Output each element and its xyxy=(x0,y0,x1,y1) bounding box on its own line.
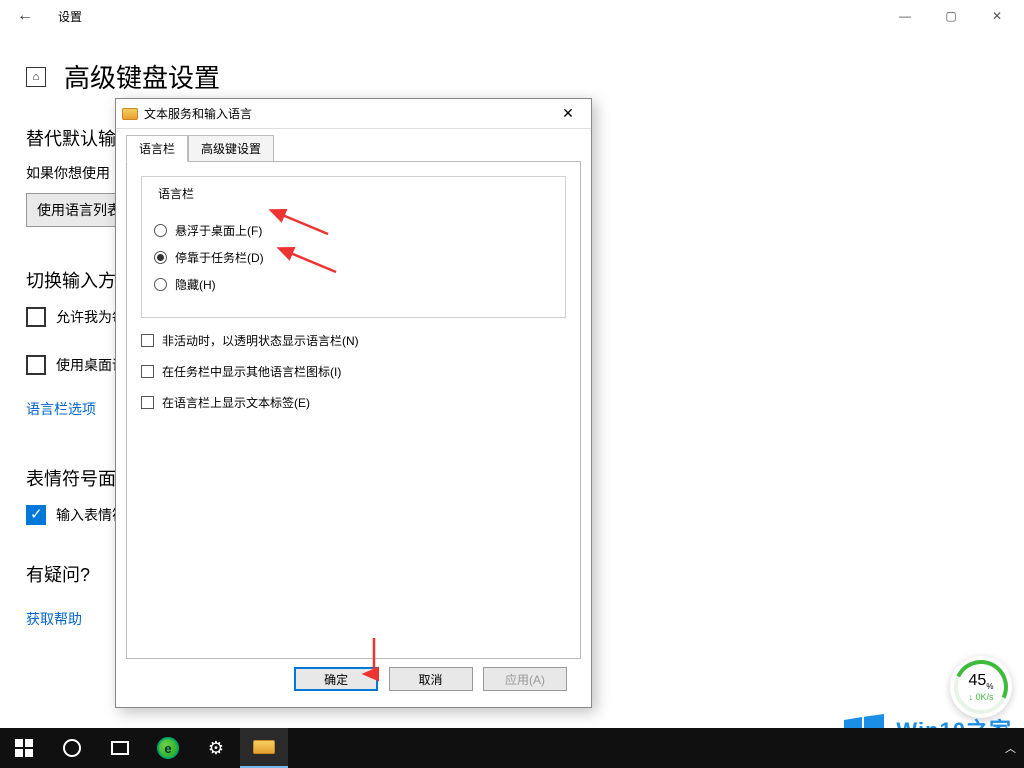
checkbox-taskbar-icons[interactable]: 在任务栏中显示其他语言栏图标(I) xyxy=(141,363,566,380)
radio-selected-icon xyxy=(154,251,167,264)
checkbox-transparent[interactable]: 非活动时，以透明状态显示语言栏(N) xyxy=(141,332,566,349)
taskbar-app-settings[interactable]: ⚙ xyxy=(192,728,240,768)
radio-icon xyxy=(154,224,167,237)
checkbox-taskbar-icons-label: 在任务栏中显示其他语言栏图标(I) xyxy=(162,363,341,380)
keyboard-icon xyxy=(122,108,138,120)
checkbox-checked-icon xyxy=(26,505,46,525)
dialog-close-button[interactable]: ✕ xyxy=(551,105,585,122)
start-button[interactable] xyxy=(0,728,48,768)
checkbox-text-labels-label: 在语言栏上显示文本标签(E) xyxy=(162,394,310,411)
radio-hide[interactable]: 隐藏(H) xyxy=(154,276,553,293)
taskbar: e ⚙ ︿ xyxy=(0,728,1024,768)
dialog-title: 文本服务和输入语言 xyxy=(144,105,252,122)
ok-button[interactable]: 确定 xyxy=(294,667,378,691)
radio-dock[interactable]: 停靠于任务栏(D) xyxy=(154,249,553,266)
taskbar-app-edge[interactable]: e xyxy=(144,728,192,768)
taskbar-app-keyboard[interactable] xyxy=(240,728,288,768)
get-help-link[interactable]: 获取帮助 xyxy=(26,609,82,629)
task-view-button[interactable] xyxy=(96,728,144,768)
radio-float[interactable]: 悬浮于桌面上(F) xyxy=(154,222,553,239)
home-icon[interactable]: ⌂ xyxy=(26,67,46,87)
checkbox-icon xyxy=(141,365,154,378)
tab-advanced-keys[interactable]: 高级键设置 xyxy=(188,135,274,162)
checkbox-icon xyxy=(141,396,154,409)
cortana-button[interactable] xyxy=(48,728,96,768)
checkbox-icon xyxy=(26,307,46,327)
maximize-button[interactable]: ▢ xyxy=(928,0,974,32)
checkbox-transparent-label: 非活动时，以透明状态显示语言栏(N) xyxy=(162,332,359,349)
apply-button[interactable]: 应用(A) xyxy=(483,667,567,691)
text-services-dialog: 文本服务和输入语言 ✕ 语言栏 高级键设置 语言栏 悬浮于桌面上(F) 停靠于任… xyxy=(115,98,592,708)
group-langbar-legend: 语言栏 xyxy=(154,185,198,202)
radio-dock-label: 停靠于任务栏(D) xyxy=(175,249,264,266)
checkbox-icon xyxy=(26,355,46,375)
window-title: 设置 xyxy=(58,8,82,25)
radio-float-label: 悬浮于桌面上(F) xyxy=(175,222,262,239)
tray-chevron[interactable]: ︿ xyxy=(997,728,1024,768)
tab-langbar[interactable]: 语言栏 xyxy=(126,135,188,162)
radio-hide-label: 隐藏(H) xyxy=(175,276,216,293)
langbar-options-link[interactable]: 语言栏选项 xyxy=(26,399,96,419)
radio-icon xyxy=(154,278,167,291)
checkbox-icon xyxy=(141,334,154,347)
close-button[interactable]: ✕ xyxy=(974,0,1020,32)
cancel-button[interactable]: 取消 xyxy=(389,667,473,691)
back-button[interactable]: ← xyxy=(4,0,46,32)
minimize-button[interactable]: — xyxy=(882,0,928,32)
checkbox-text-labels[interactable]: 在语言栏上显示文本标签(E) xyxy=(141,394,566,411)
page-title: 高级键盘设置 xyxy=(64,58,220,95)
